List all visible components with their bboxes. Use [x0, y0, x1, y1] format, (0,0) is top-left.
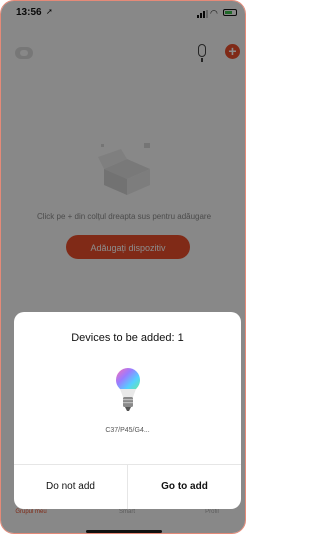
go-to-add-button[interactable]: Go to add	[128, 465, 241, 509]
dialog-title: Devices to be added: 1	[71, 332, 184, 344]
devices-to-add-dialog: Devices to be added: 1 C37/P45/G4... Do …	[14, 312, 241, 509]
phone-screen: 13:56 ➚ ◠ + Click pe + din colțul dreapt…	[0, 0, 246, 534]
light-bulb-icon	[116, 368, 140, 411]
do-not-add-button[interactable]: Do not add	[14, 465, 127, 509]
device-name-label: C37/P45/G4...	[105, 427, 150, 434]
home-indicator	[86, 530, 162, 533]
